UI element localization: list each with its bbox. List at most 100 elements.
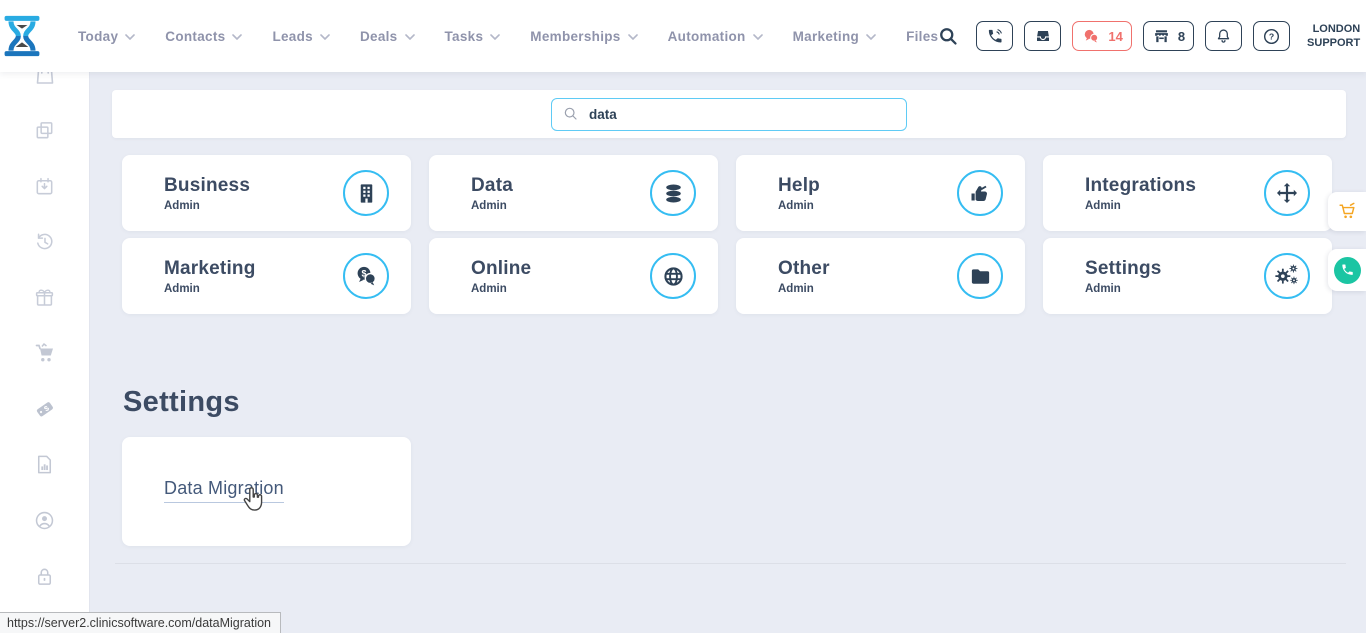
nav-label: Automation [668, 29, 746, 44]
phone-icon [986, 28, 1003, 45]
card-integrations[interactable]: Integrations Admin [1043, 155, 1332, 231]
sidebar-item-account[interactable] [0, 493, 89, 549]
shop-button[interactable]: 8 [1143, 21, 1194, 51]
help-button[interactable]: ? [1253, 21, 1290, 51]
card-online[interactable]: Online Admin [429, 238, 718, 314]
question-icon: ? [1262, 27, 1281, 46]
building-icon [355, 182, 378, 205]
card-other[interactable]: Other Admin [736, 238, 1025, 314]
notifications-button[interactable] [1205, 21, 1242, 51]
database-icon [662, 182, 685, 205]
report-icon [33, 453, 56, 476]
nav-item-deals[interactable]: Deals [360, 29, 415, 44]
calendar-down-icon [33, 175, 56, 198]
chevron-down-icon [490, 34, 500, 40]
main-nav: Today Contacts Leads Deals Tasks Members… [78, 29, 938, 44]
browser-status-bar: https://server2.clinicsoftware.com/dataM… [0, 612, 281, 633]
card-title: Other [778, 258, 830, 280]
card-subtitle: Admin [1085, 200, 1196, 212]
left-sidebar: $ [0, 72, 90, 633]
nav-label: Marketing [793, 29, 859, 44]
card-subtitle: Admin [471, 283, 531, 295]
nav-label: Leads [272, 29, 313, 44]
sidebar-item-price-tag[interactable]: $ [0, 381, 89, 437]
floating-cart-tab[interactable] [1328, 192, 1366, 231]
svg-text:?: ? [1269, 31, 1274, 41]
sidebar-item-cart[interactable] [0, 325, 89, 381]
nav-label: Tasks [445, 29, 484, 44]
hourglass-logo-icon [0, 13, 44, 59]
inbox-icon [1034, 28, 1052, 44]
cart-icon [33, 341, 57, 365]
category-cards: BusinessAdmin DataAdmin HelpAdmin Integr… [122, 155, 1332, 314]
card-help[interactable]: Help Admin [736, 155, 1025, 231]
user-name: LONDON SUPPORT [1307, 22, 1360, 51]
card-title: Marketing [164, 258, 256, 280]
nav-label: Contacts [165, 29, 225, 44]
card-business[interactable]: BusinessAdmin [122, 155, 411, 231]
copy-icon [33, 119, 56, 142]
sidebar-item-lock[interactable] [0, 548, 89, 604]
chevron-down-icon [628, 34, 638, 40]
move-arrows-icon [1275, 181, 1299, 205]
data-migration-link[interactable]: Data Migration [164, 478, 284, 503]
nav-item-files[interactable]: Files [906, 29, 938, 44]
card-subtitle: Admin [778, 283, 830, 295]
sidebar-item-history[interactable] [0, 214, 89, 270]
admin-search-input[interactable] [589, 107, 895, 122]
price-tag-icon: $ [33, 397, 57, 421]
chat-bubbles-icon [1081, 28, 1101, 45]
card-subtitle: Admin [778, 200, 820, 212]
chat-dollar-icon: $ [354, 264, 378, 288]
app-logo[interactable] [0, 13, 44, 59]
card-title: Online [471, 258, 531, 280]
chevron-down-icon [866, 34, 876, 40]
nav-item-leads[interactable]: Leads [272, 29, 330, 44]
card-settings[interactable]: Settings Admin [1043, 238, 1332, 314]
status-url: https://server2.clinicsoftware.com/dataM… [7, 616, 271, 630]
chevron-down-icon [320, 34, 330, 40]
search-button[interactable] [938, 26, 959, 47]
sidebar-item-gift[interactable] [0, 270, 89, 326]
sidebar-item-bag[interactable] [0, 72, 89, 103]
nav-item-tasks[interactable]: Tasks [445, 29, 501, 44]
phone-icon [1340, 263, 1354, 277]
nav-item-marketing[interactable]: Marketing [793, 29, 876, 44]
storefront-icon [1152, 28, 1171, 45]
card-title: Integrations [1085, 175, 1196, 197]
card-marketing[interactable]: Marketing Admin $ [122, 238, 411, 314]
search-icon [938, 26, 959, 47]
folder-icon [969, 265, 992, 288]
chat-badge-count: 14 [1108, 29, 1122, 44]
sidebar-item-report[interactable] [0, 437, 89, 493]
sidebar-item-copy[interactable] [0, 103, 89, 159]
card-title: Data [471, 175, 513, 197]
teal-phone-badge [1334, 257, 1361, 284]
user-name-line1: LONDON [1307, 22, 1360, 36]
card-data[interactable]: DataAdmin [429, 155, 718, 231]
inbox-button[interactable] [1024, 21, 1061, 51]
chevron-down-icon [125, 34, 135, 40]
globe-icon [662, 265, 685, 288]
nav-item-today[interactable]: Today [78, 29, 135, 44]
card-subtitle: Admin [1085, 283, 1162, 295]
history-icon [33, 230, 56, 253]
card-title: Help [778, 175, 820, 197]
floating-phone-tab[interactable] [1328, 249, 1366, 291]
sidebar-item-calendar[interactable] [0, 158, 89, 214]
nav-label: Files [906, 29, 938, 44]
nav-label: Deals [360, 29, 398, 44]
card-subtitle: Admin [164, 283, 256, 295]
chat-messages-button[interactable]: 14 [1072, 21, 1131, 51]
phone-calls-button[interactable] [976, 21, 1013, 51]
admin-search-box[interactable] [551, 98, 907, 131]
nav-item-contacts[interactable]: Contacts [165, 29, 242, 44]
search-panel [112, 90, 1346, 138]
orange-cart-icon [1337, 201, 1358, 222]
nav-item-memberships[interactable]: Memberships [530, 29, 637, 44]
nav-item-automation[interactable]: Automation [668, 29, 763, 44]
card-title: Settings [1085, 258, 1162, 280]
card-title: Business [164, 175, 250, 197]
chevron-down-icon [405, 34, 415, 40]
hand-icon [968, 181, 992, 205]
